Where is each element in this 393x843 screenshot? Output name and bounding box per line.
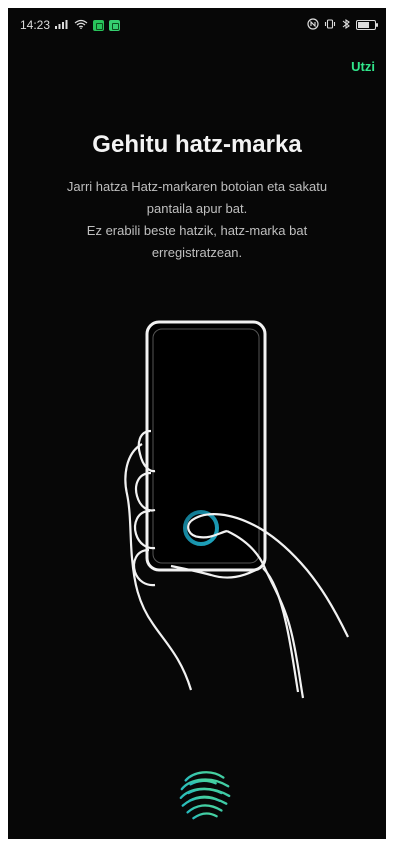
status-bar: 14:23 xyxy=(8,8,386,42)
fingerprint-enrollment-screen: 14:23 Utzi Gehitu hatz-marka Jarri hatza… xyxy=(8,8,386,839)
hand-holding-phone-illustration xyxy=(124,320,349,699)
status-time: 14:23 xyxy=(20,18,51,32)
skip-button[interactable]: Utzi xyxy=(351,59,375,74)
call-notification-icon xyxy=(109,19,121,31)
instruction-line-1: Jarri hatza Hatz-markaren botoian eta sa… xyxy=(66,179,328,194)
status-left: 14:23 xyxy=(20,18,121,32)
nfc-icon xyxy=(307,17,319,33)
bluetooth-icon xyxy=(341,18,351,33)
app-notification-icon xyxy=(93,19,105,31)
status-right xyxy=(307,17,378,33)
page-title: Gehitu hatz-marka xyxy=(92,131,302,158)
fingerprint-icon xyxy=(179,771,231,820)
battery-icon xyxy=(356,20,378,30)
signal-icon xyxy=(55,18,69,32)
instruction-line-3: Ez erabili beste hatzik, hatz-marka bat xyxy=(86,223,308,238)
vibrate-icon xyxy=(324,18,336,33)
instruction-line-2: pantaila apur bat. xyxy=(146,201,248,216)
instruction-text: Jarri hatza Hatz-markaren botoian eta sa… xyxy=(26,176,368,264)
wifi-icon xyxy=(74,18,88,32)
instruction-line-4: erregistratzean. xyxy=(151,245,243,260)
